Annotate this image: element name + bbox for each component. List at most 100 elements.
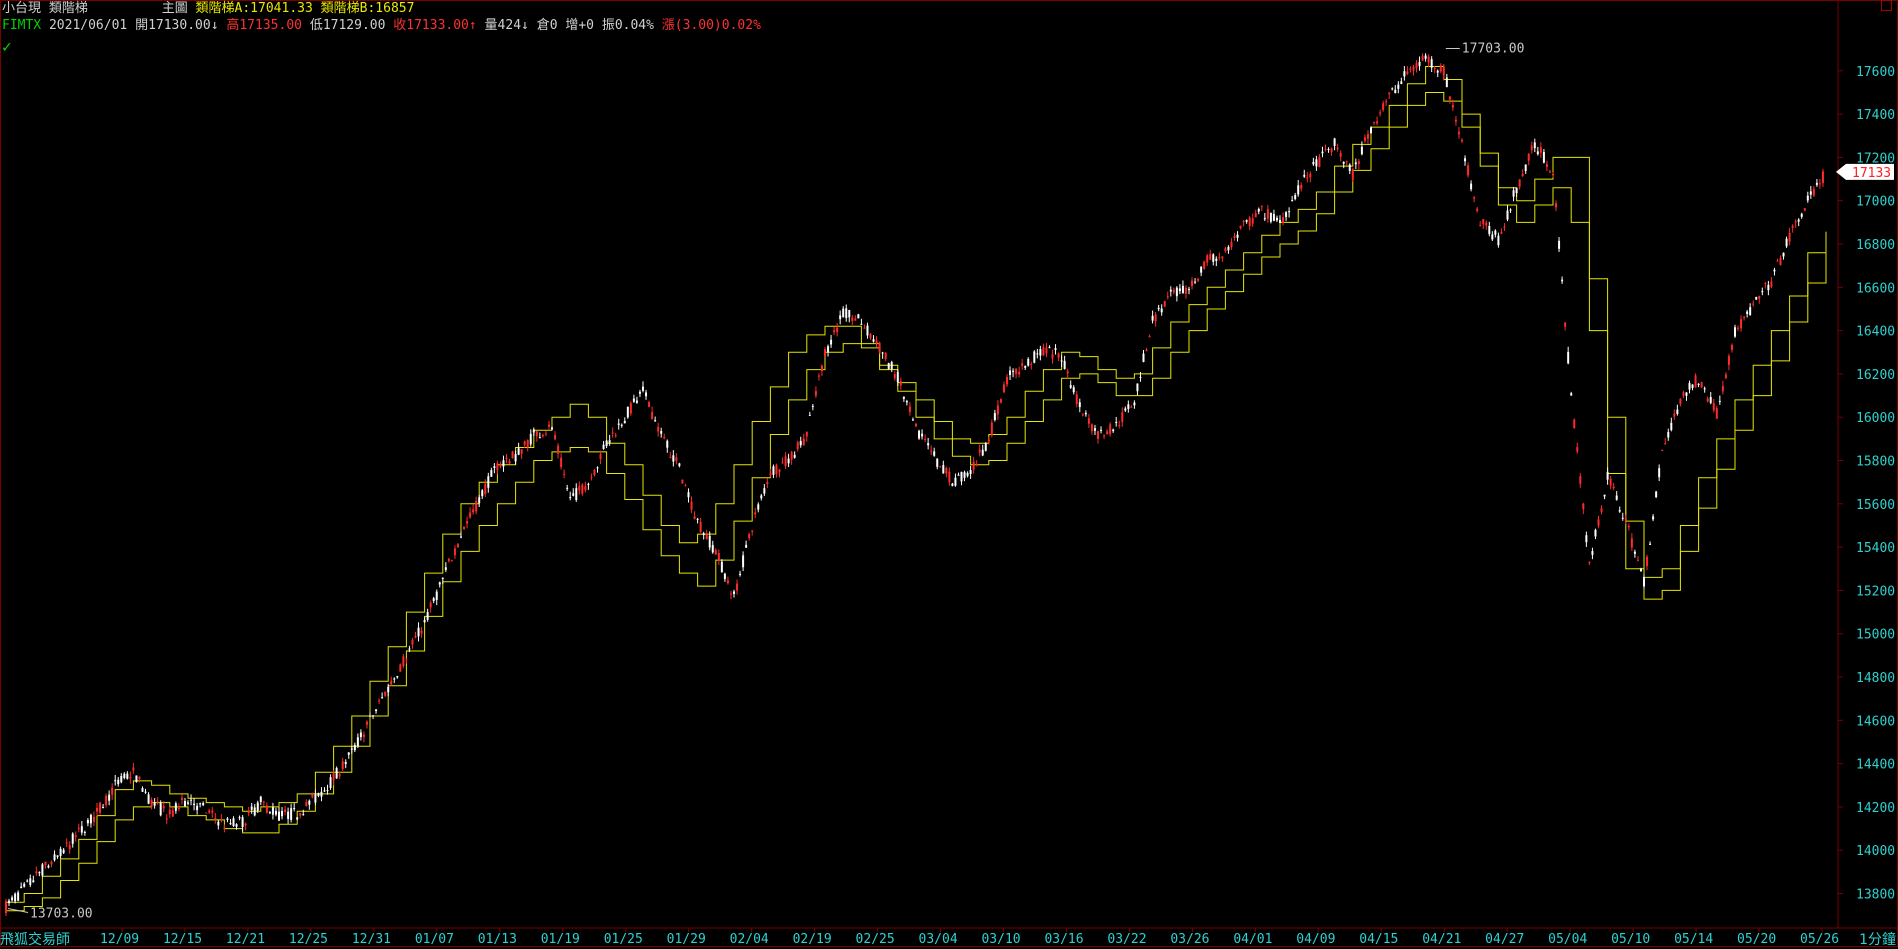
price-chart[interactable]: 13800 14000 14200 14400 14600 14800 15000 15200… (0, 0, 1898, 947)
candle-body (869, 333, 872, 338)
candle-body (241, 817, 244, 828)
candle-body (1090, 424, 1093, 432)
candle-body (1779, 258, 1782, 265)
candle-body (1257, 208, 1260, 212)
candle-body (344, 761, 347, 765)
candle-body (1585, 535, 1588, 543)
candle-body (1084, 412, 1087, 415)
candle-body (265, 805, 268, 813)
candle-body (514, 454, 517, 462)
candle-body (1457, 131, 1460, 135)
candle-body (578, 486, 581, 491)
candle-body (496, 463, 499, 470)
candle-body (702, 533, 705, 536)
candle-body (1300, 185, 1303, 189)
candle-body (918, 430, 921, 439)
candle-body (308, 800, 311, 805)
candle-body (1767, 284, 1770, 291)
candle-body (1539, 147, 1542, 153)
candle-body (1218, 257, 1221, 259)
candle-body (271, 807, 274, 815)
candle-body (1069, 385, 1072, 388)
candle-body (1573, 419, 1576, 429)
y-tick-label: 15400 (1856, 541, 1895, 556)
candle-body (247, 810, 250, 814)
candle-body (1567, 351, 1570, 364)
candle-body (808, 414, 811, 416)
candle-body (1749, 307, 1752, 315)
candle-body (1542, 152, 1545, 163)
candle-body (1430, 59, 1433, 68)
candle-body (1782, 252, 1785, 257)
candle-body (281, 811, 284, 817)
candle-body (396, 676, 399, 678)
candle-body (1093, 428, 1096, 431)
candle-body (1536, 151, 1539, 155)
candle-body (687, 492, 690, 498)
candle-body (1266, 209, 1269, 219)
candle-body (1221, 256, 1224, 259)
candle-body (384, 691, 387, 696)
candle-body (905, 401, 908, 403)
candle-body (314, 794, 317, 803)
candle-body (1139, 376, 1142, 378)
candle-body (881, 352, 884, 354)
candle-body (165, 818, 168, 820)
candle-body (393, 678, 396, 680)
candle-body (59, 848, 62, 856)
candle-body (444, 567, 447, 571)
candle-body (793, 454, 796, 458)
candle-body (757, 504, 760, 510)
candle-body (1512, 190, 1515, 197)
timeframe-selector[interactable]: 1分鐘 (1859, 929, 1896, 949)
candle-body (787, 458, 790, 464)
candle-body (256, 802, 259, 811)
candle-body (517, 448, 520, 455)
candle-body (1018, 371, 1021, 375)
candle-body (611, 432, 614, 434)
candle-body (1427, 56, 1430, 63)
candle-body (696, 518, 699, 520)
candle-body (1066, 371, 1069, 374)
candle-body (1655, 491, 1658, 498)
x-tick-label: 03/16 (1044, 932, 1083, 947)
candle-body (1379, 112, 1382, 114)
candle-body (1812, 188, 1815, 196)
candle-body (960, 471, 963, 482)
candle-body (1151, 315, 1154, 321)
candle-body (635, 400, 638, 403)
candle-body (763, 488, 766, 494)
candle-body (141, 788, 144, 792)
candle-body (1121, 412, 1124, 422)
candle-body (711, 545, 714, 553)
candle-body (381, 697, 384, 699)
candle-body (1181, 285, 1184, 294)
y-tick-label: 16600 (1856, 281, 1895, 296)
y-tick-label: 17400 (1856, 108, 1895, 123)
candle-body (836, 327, 839, 333)
candle-body (535, 431, 538, 437)
candle-body (1215, 258, 1218, 261)
candle-body (1075, 394, 1078, 404)
candle-body (1621, 517, 1624, 519)
candle-body (817, 375, 820, 377)
candle-body (1479, 225, 1482, 227)
candle-body (1691, 384, 1694, 389)
candle-body (1454, 119, 1457, 122)
candle-body (311, 794, 314, 798)
candle-body (1597, 519, 1600, 526)
candle-body (726, 580, 729, 584)
candle-body (523, 441, 526, 445)
candle-body (238, 817, 241, 819)
candle-body (102, 807, 105, 809)
candle-body (1594, 529, 1597, 537)
candle-body (1418, 61, 1421, 67)
candle-body (278, 811, 280, 821)
candle-body (714, 549, 717, 555)
candle-body (299, 813, 302, 816)
candle-body (1467, 165, 1470, 176)
candle-body (1109, 424, 1112, 435)
candle-body (608, 440, 611, 443)
candle-body (654, 420, 657, 422)
candle-body (1391, 88, 1394, 90)
